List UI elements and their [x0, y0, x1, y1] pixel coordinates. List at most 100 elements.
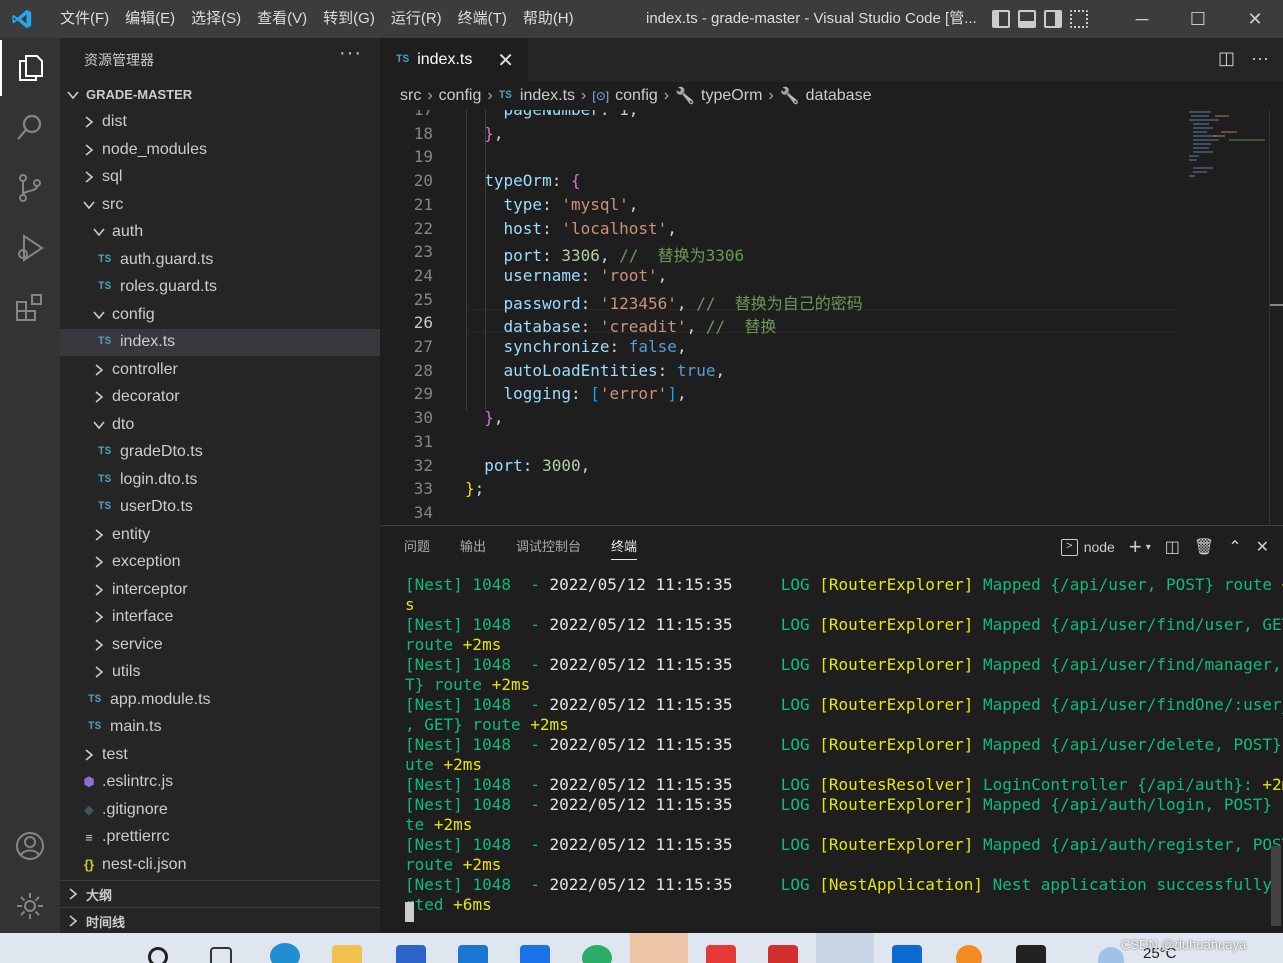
- menu-item[interactable]: 查看(V): [249, 0, 315, 38]
- manage-gear-icon[interactable]: [0, 878, 60, 934]
- panel-tab[interactable]: 调试控制台: [516, 536, 581, 560]
- line-number: 25: [413, 289, 433, 309]
- folder-item[interactable]: decorator: [60, 384, 380, 412]
- tree-item-label: login.dto.ts: [120, 470, 198, 488]
- toggle-panel-icon[interactable]: [1018, 10, 1036, 28]
- terminal-scrollbar[interactable]: [1271, 846, 1281, 926]
- file-item[interactable]: TS main.ts: [60, 714, 380, 742]
- folder-item[interactable]: dist: [60, 109, 380, 137]
- menu-item[interactable]: 转到(G): [315, 0, 383, 38]
- task-view-icon[interactable]: [210, 947, 232, 963]
- wps-icon[interactable]: [706, 945, 736, 963]
- folder-item[interactable]: dto: [60, 411, 380, 439]
- minimap[interactable]: [1185, 110, 1265, 200]
- code-editor[interactable]: 17 pageNumber: 1,18 },1920 typeOrm: {21 …: [380, 110, 1180, 525]
- source-control-icon[interactable]: [0, 160, 60, 216]
- accounts-icon[interactable]: [0, 818, 60, 874]
- file-item[interactable]: TS gradeDto.ts: [60, 439, 380, 467]
- explorer-icon[interactable]: [0, 40, 60, 96]
- qq-icon[interactable]: [630, 933, 688, 963]
- vscode-taskbar-icon[interactable]: [816, 933, 874, 963]
- app-orange-icon[interactable]: [956, 945, 982, 963]
- new-terminal-icon[interactable]: +: [1129, 534, 1142, 560]
- search-icon[interactable]: [148, 947, 168, 963]
- breadcrumb-item[interactable]: src: [400, 87, 421, 105]
- dropdown-chevron-icon[interactable]: ▾: [1146, 542, 1151, 553]
- menu-item[interactable]: 帮助(H): [515, 0, 582, 38]
- folder-item[interactable]: exception: [60, 549, 380, 577]
- file-item[interactable]: TS userDto.ts: [60, 494, 380, 522]
- folder-item[interactable]: node_modules: [60, 136, 380, 164]
- file-item[interactable]: ◆ .gitignore: [60, 796, 380, 824]
- split-terminal-icon[interactable]: ◫: [1165, 537, 1180, 557]
- menu-item[interactable]: 运行(R): [383, 0, 450, 38]
- code-line: host: 'localhost',: [503, 218, 677, 238]
- store-icon[interactable]: [396, 945, 426, 963]
- code-line: };: [465, 479, 485, 499]
- extensions-icon[interactable]: [0, 280, 60, 336]
- terminal-name[interactable]: node: [1084, 539, 1115, 555]
- file-item[interactable]: ≡ .prettierrc: [60, 824, 380, 852]
- menu-item[interactable]: 终端(T): [450, 0, 515, 38]
- folder-item[interactable]: test: [60, 741, 380, 769]
- folder-item[interactable]: entity: [60, 521, 380, 549]
- file-item[interactable]: {} nest-cli.json: [60, 851, 380, 879]
- panel-tab[interactable]: 问题: [404, 536, 430, 560]
- close-window-button[interactable]: ✕: [1227, 0, 1283, 38]
- menu-item[interactable]: 选择(S): [183, 0, 249, 38]
- file-item[interactable]: TS app.module.ts: [60, 686, 380, 714]
- close-panel-icon[interactable]: ✕: [1256, 537, 1269, 557]
- breadcrumb-item[interactable]: index.ts: [520, 87, 575, 105]
- edge-icon[interactable]: [270, 943, 300, 963]
- close-tab-icon[interactable]: ✕: [497, 48, 514, 73]
- terminal-line: [Nest] 1048 - 2022/05/12 11:15:35 LOG [R…: [405, 695, 1283, 714]
- toggle-primary-sidebar-icon[interactable]: [992, 10, 1010, 28]
- outline-section[interactable]: 大纲: [60, 880, 380, 907]
- folder-item[interactable]: config: [60, 301, 380, 329]
- timeline-section[interactable]: 时间线: [60, 907, 380, 934]
- tab-index-ts[interactable]: TS index.ts ✕: [380, 38, 528, 82]
- workspace-root[interactable]: GRADE-MASTER: [60, 81, 380, 109]
- folder-item[interactable]: controller: [60, 356, 380, 384]
- editor-scrollbar[interactable]: [1269, 110, 1283, 525]
- breadcrumb-item[interactable]: database: [806, 87, 872, 105]
- breadcrumb-item[interactable]: config: [615, 87, 658, 105]
- breadcrumb-item[interactable]: typeOrm: [701, 87, 762, 105]
- wechat-icon[interactable]: [582, 945, 612, 963]
- file-item[interactable]: TS login.dto.ts: [60, 466, 380, 494]
- minimize-button[interactable]: ─: [1114, 0, 1170, 38]
- file-item[interactable]: TS index.ts: [60, 328, 380, 356]
- folder-item[interactable]: src: [60, 191, 380, 219]
- folder-item[interactable]: sql: [60, 164, 380, 192]
- folder-item[interactable]: interceptor: [60, 576, 380, 604]
- file-explorer-icon[interactable]: [332, 945, 362, 963]
- more-actions-icon[interactable]: ···: [339, 42, 362, 65]
- breadcrumb-item[interactable]: config: [439, 87, 482, 105]
- panel-tab[interactable]: 输出: [460, 536, 486, 560]
- menu-item[interactable]: 文件(F): [52, 0, 117, 38]
- trash-icon[interactable]: 🗑: [1194, 537, 1214, 557]
- more-actions-icon[interactable]: ···: [1251, 48, 1269, 69]
- maximize-button[interactable]: ☐: [1170, 0, 1226, 38]
- app-blue-icon[interactable]: [892, 945, 922, 963]
- terminal-output[interactable]: [Nest] 1048 - 2022/05/12 11:15:35 LOG [R…: [405, 575, 1283, 915]
- folder-item[interactable]: interface: [60, 604, 380, 632]
- file-item[interactable]: TS roles.guard.ts: [60, 274, 380, 302]
- file-item[interactable]: ⬢ .eslintrc.js: [60, 769, 380, 797]
- menu-item[interactable]: 编辑(E): [117, 0, 183, 38]
- folder-item[interactable]: service: [60, 631, 380, 659]
- folder-item[interactable]: auth: [60, 219, 380, 247]
- file-item[interactable]: TS auth.guard.ts: [60, 246, 380, 274]
- mail-icon[interactable]: [458, 945, 488, 963]
- app-p-icon[interactable]: [520, 945, 550, 963]
- netease-music-icon[interactable]: [768, 945, 798, 963]
- split-editor-icon[interactable]: ◫: [1218, 48, 1235, 69]
- folder-item[interactable]: utils: [60, 659, 380, 687]
- run-debug-icon[interactable]: [0, 220, 60, 276]
- customize-layout-icon[interactable]: [1070, 10, 1088, 28]
- terminal-app-icon[interactable]: [1016, 945, 1046, 963]
- maximize-panel-icon[interactable]: ⌃: [1228, 537, 1241, 557]
- search-icon[interactable]: [0, 100, 60, 156]
- toggle-secondary-sidebar-icon[interactable]: [1044, 10, 1062, 28]
- panel-tab[interactable]: 终端: [611, 536, 638, 560]
